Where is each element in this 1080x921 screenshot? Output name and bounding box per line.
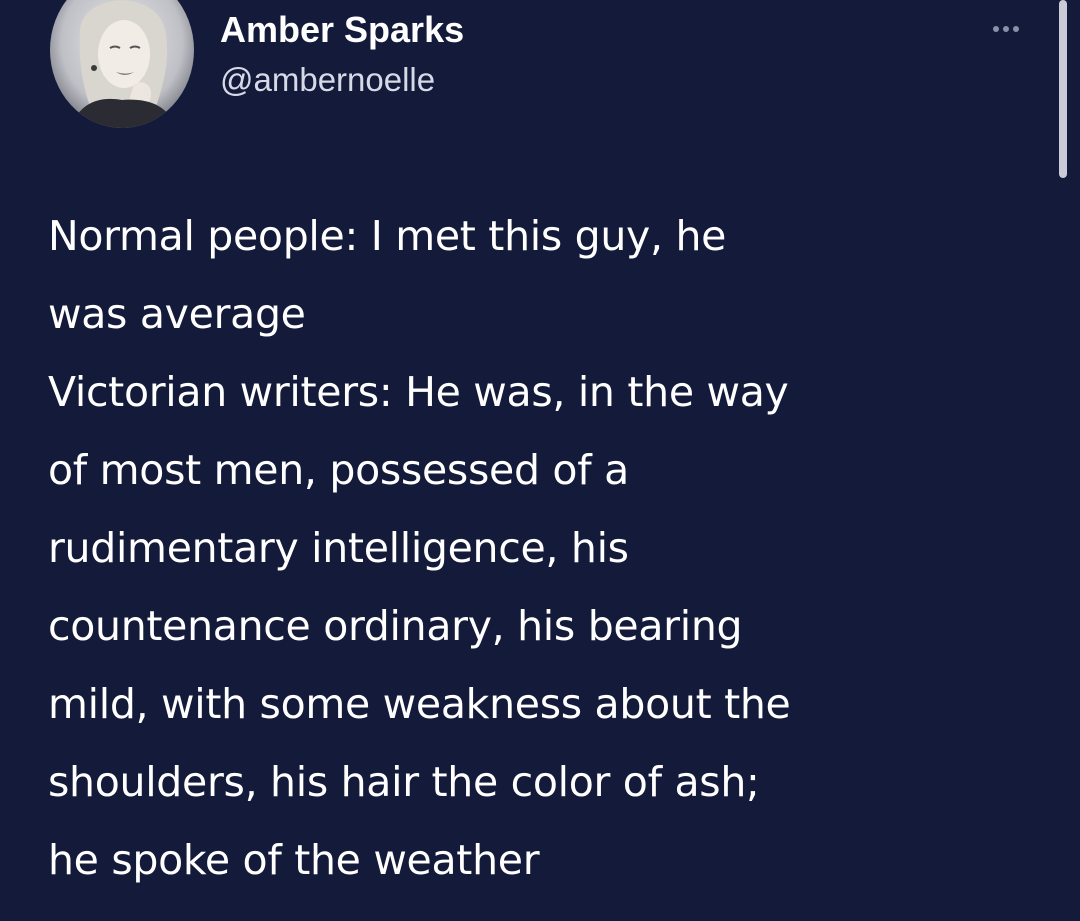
tweet-text-line: shoulders, his hair the color of ash; (48, 758, 760, 806)
tweet-text-line: rudimentary intelligence, his (48, 524, 629, 572)
more-horizontal-icon (993, 26, 999, 32)
author-handle[interactable]: @ambernoelle (220, 60, 435, 100)
tweet: Amber Sparks @ambernoelle Normal people:… (0, 0, 1080, 921)
more-horizontal-icon (1013, 26, 1019, 32)
tweet-text-line: was average (48, 290, 306, 338)
more-options-button[interactable] (984, 14, 1028, 44)
more-horizontal-icon (1003, 26, 1009, 32)
tweet-text-line: Normal people: I met this guy, he (48, 212, 727, 260)
tweet-text-line: countenance ordinary, his bearing (48, 602, 743, 650)
author-display-name[interactable]: Amber Sparks (220, 8, 464, 52)
tweet-text: Normal people: I met this guy, he was av… (48, 197, 1048, 899)
avatar[interactable] (50, 0, 194, 128)
tweet-text-line: he spoke of the weather (48, 836, 540, 884)
tweet-text-line: Victorian writers: He was, in the way (48, 368, 789, 416)
scrollbar[interactable] (1059, 0, 1067, 178)
tweet-text-line: mild, with some weakness about the (48, 680, 791, 728)
profile-photo (50, 0, 194, 128)
tweet-text-line: of most men, possessed of a (48, 446, 629, 494)
